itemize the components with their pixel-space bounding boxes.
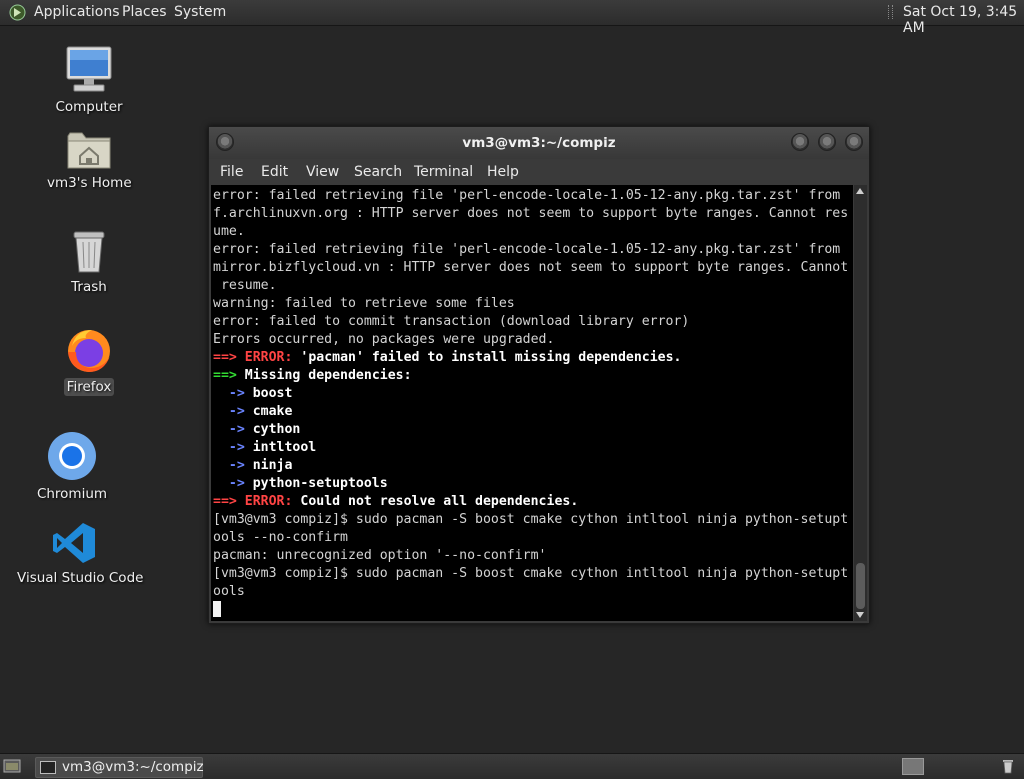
maximize-icon[interactable]	[818, 133, 836, 151]
line-arrow: ==>	[213, 368, 237, 383]
line-arrow: ->	[213, 404, 245, 419]
terminal-line: -> cython	[213, 421, 848, 439]
menu-search[interactable]: Search	[354, 164, 402, 180]
terminal-line: ==> ERROR: 'pacman' failed to install mi…	[213, 349, 848, 367]
line-arrow: ->	[213, 458, 245, 473]
line-arrow: ==>	[213, 494, 237, 509]
menu-terminal[interactable]: Terminal	[414, 164, 473, 180]
line-text: cmake	[252, 404, 293, 419]
desktop-icon-label: Chromium	[36, 486, 108, 502]
menu-help[interactable]: Help	[487, 164, 519, 180]
line-text: boost	[252, 386, 293, 401]
desktop-icon-label: Computer	[55, 99, 123, 115]
menu-view[interactable]: View	[306, 164, 339, 180]
home-folder-icon	[67, 132, 111, 169]
line-text: 'pacman' failed to install missing depen…	[300, 350, 682, 365]
distro-logo-icon[interactable]	[9, 4, 26, 21]
system-menu[interactable]: System	[174, 4, 226, 20]
error-label: ERROR:	[244, 350, 293, 365]
terminal-line: pacman: unrecognized option '--no-confir…	[213, 548, 547, 563]
trash-icon	[73, 231, 105, 273]
terminal-output[interactable]: error: failed retrieving file 'perl-enco…	[211, 185, 853, 621]
applications-menu[interactable]: Applications	[34, 4, 120, 20]
scrollbar-thumb[interactable]	[856, 563, 865, 609]
terminal-cursor	[213, 601, 221, 617]
line-text: Could not resolve all dependencies.	[300, 494, 579, 509]
terminal-line: [vm3@vm3 compiz]$ sudo pacman -S boost c…	[213, 512, 849, 527]
menu-file[interactable]: File	[220, 164, 243, 180]
terminal-line: Errors occurred, no packages were upgrad…	[213, 332, 555, 347]
terminal-lines: error: failed retrieving file 'perl-enco…	[213, 187, 848, 619]
scrollbar[interactable]	[854, 185, 867, 621]
window-titlebar[interactable]: vm3@vm3:~/compiz	[209, 127, 869, 159]
terminal-line: ==> Missing dependencies:	[213, 367, 848, 385]
terminal-line: -> intltool	[213, 439, 848, 457]
line-text: cython	[252, 422, 301, 437]
error-label: ERROR:	[244, 494, 293, 509]
menu-edit[interactable]: Edit	[261, 164, 288, 180]
clock[interactable]: Sat Oct 19, 3:45 AM	[903, 4, 1024, 36]
line-text: intltool	[252, 440, 317, 455]
places-menu[interactable]: Places	[122, 4, 167, 20]
terminal-line: -> ninja	[213, 457, 848, 475]
bottom-panel: vm3@vm3:~/compiz	[0, 753, 1024, 779]
terminal-line: -> python-setuptools	[213, 475, 848, 493]
terminal-line: error: failed to commit transaction (dow…	[213, 314, 690, 329]
terminal-line: error: failed retrieving file 'perl-enco…	[213, 188, 841, 203]
terminal-icon	[40, 761, 56, 774]
firefox-icon	[68, 330, 110, 372]
line-arrow: ->	[213, 476, 245, 491]
workspace-switcher[interactable]	[902, 758, 924, 775]
terminal-line: -> boost	[213, 385, 848, 403]
terminal-line: ools --no-confirm	[213, 530, 348, 545]
line-text: ninja	[252, 458, 293, 473]
line-arrow: ->	[213, 386, 245, 401]
window-title: vm3@vm3:~/compiz	[462, 135, 616, 151]
scroll-up-icon[interactable]	[856, 188, 864, 194]
desktop-icon-vscode[interactable]: Visual Studio Code	[14, 521, 143, 587]
terminal-line: warning: failed to retrieve some files	[213, 296, 515, 311]
desktop-icon-home[interactable]: vm3's Home	[44, 128, 134, 192]
close-icon[interactable]	[845, 133, 863, 151]
desktop-icon-label: Firefox	[63, 378, 115, 396]
chromium-icon	[48, 432, 96, 480]
line-arrow: ->	[213, 440, 245, 455]
terminal-line: ==> ERROR: Could not resolve all depende…	[213, 493, 848, 511]
line-text: python-setuptools	[252, 476, 388, 491]
terminal-line: resume.	[213, 278, 277, 293]
panel-separator	[888, 5, 893, 19]
terminal-line: error: failed retrieving file 'perl-enco…	[213, 242, 841, 257]
top-panel: Applications Places System Sat Oct 19, 3…	[0, 0, 1024, 36]
minimize-icon[interactable]	[791, 133, 809, 151]
terminal-line: f.archlinuxvn.org : HTTP server does not…	[213, 206, 849, 221]
terminal-line: ools	[213, 584, 245, 599]
desktop-icon-label: Visual Studio Code	[17, 570, 144, 586]
terminal-line: -> cmake	[213, 403, 848, 421]
taskbar-item-label: vm3@vm3:~/compiz	[62, 759, 204, 775]
desktop-icon-computer[interactable]: Computer	[44, 46, 134, 116]
desktop-icon-chromium[interactable]: Chromium	[27, 431, 117, 503]
trash-applet-icon[interactable]	[1000, 758, 1016, 774]
terminal-window[interactable]: vm3@vm3:~/compiz File Edit View Search T…	[208, 126, 870, 624]
terminal-menubar: File Edit View Search Terminal Help	[209, 159, 869, 185]
desktop-icon-firefox[interactable]: Firefox	[44, 326, 134, 396]
line-arrow: ->	[213, 422, 245, 437]
computer-icon	[66, 46, 112, 92]
desktop-icon-label: vm3's Home	[47, 175, 132, 191]
vscode-icon	[53, 523, 95, 563]
line-text: Missing dependencies:	[244, 368, 412, 383]
line-arrow: ==>	[213, 350, 237, 365]
terminal-line	[213, 601, 848, 619]
desktop-icon-label: Trash	[71, 279, 107, 295]
scroll-down-icon[interactable]	[856, 612, 864, 618]
show-desktop-icon[interactable]	[3, 758, 21, 774]
desktop-icon-trash[interactable]: Trash	[44, 228, 134, 296]
terminal-line: [vm3@vm3 compiz]$ sudo pacman -S boost c…	[213, 566, 849, 581]
terminal-line: mirror.bizflycloud.vn : HTTP server does…	[213, 260, 849, 275]
terminal-line: ume.	[213, 224, 245, 239]
taskbar-item-terminal[interactable]: vm3@vm3:~/compiz	[35, 757, 204, 778]
